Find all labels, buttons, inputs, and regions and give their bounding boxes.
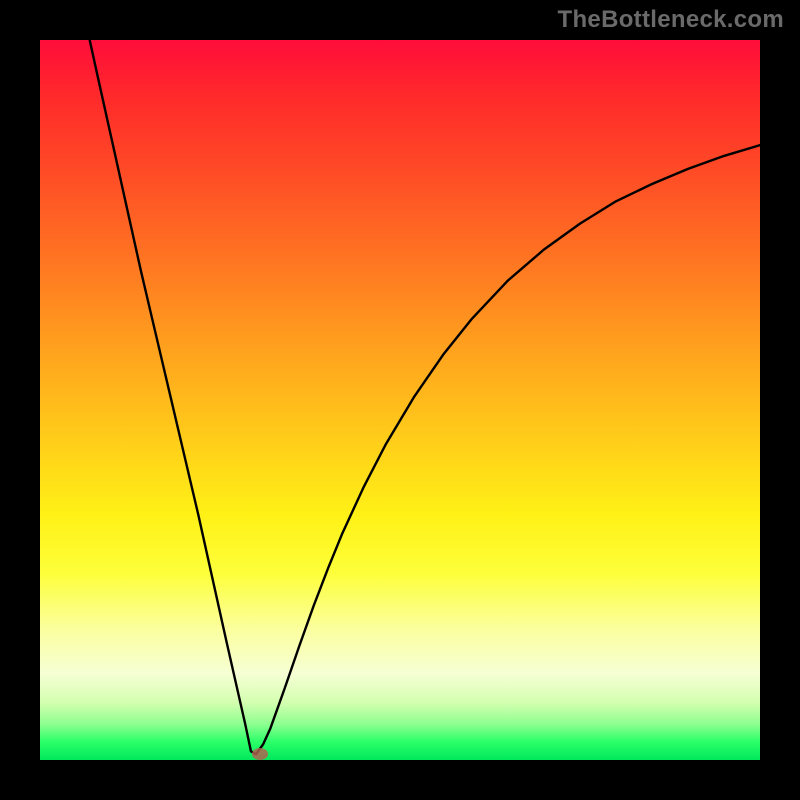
- plot-area: [40, 40, 760, 760]
- bottleneck-curve: [90, 40, 760, 754]
- curve-svg: [40, 40, 760, 760]
- chart-container: TheBottleneck.com: [0, 0, 800, 800]
- watermark-text: TheBottleneck.com: [558, 6, 784, 34]
- selected-point-marker: [252, 748, 268, 760]
